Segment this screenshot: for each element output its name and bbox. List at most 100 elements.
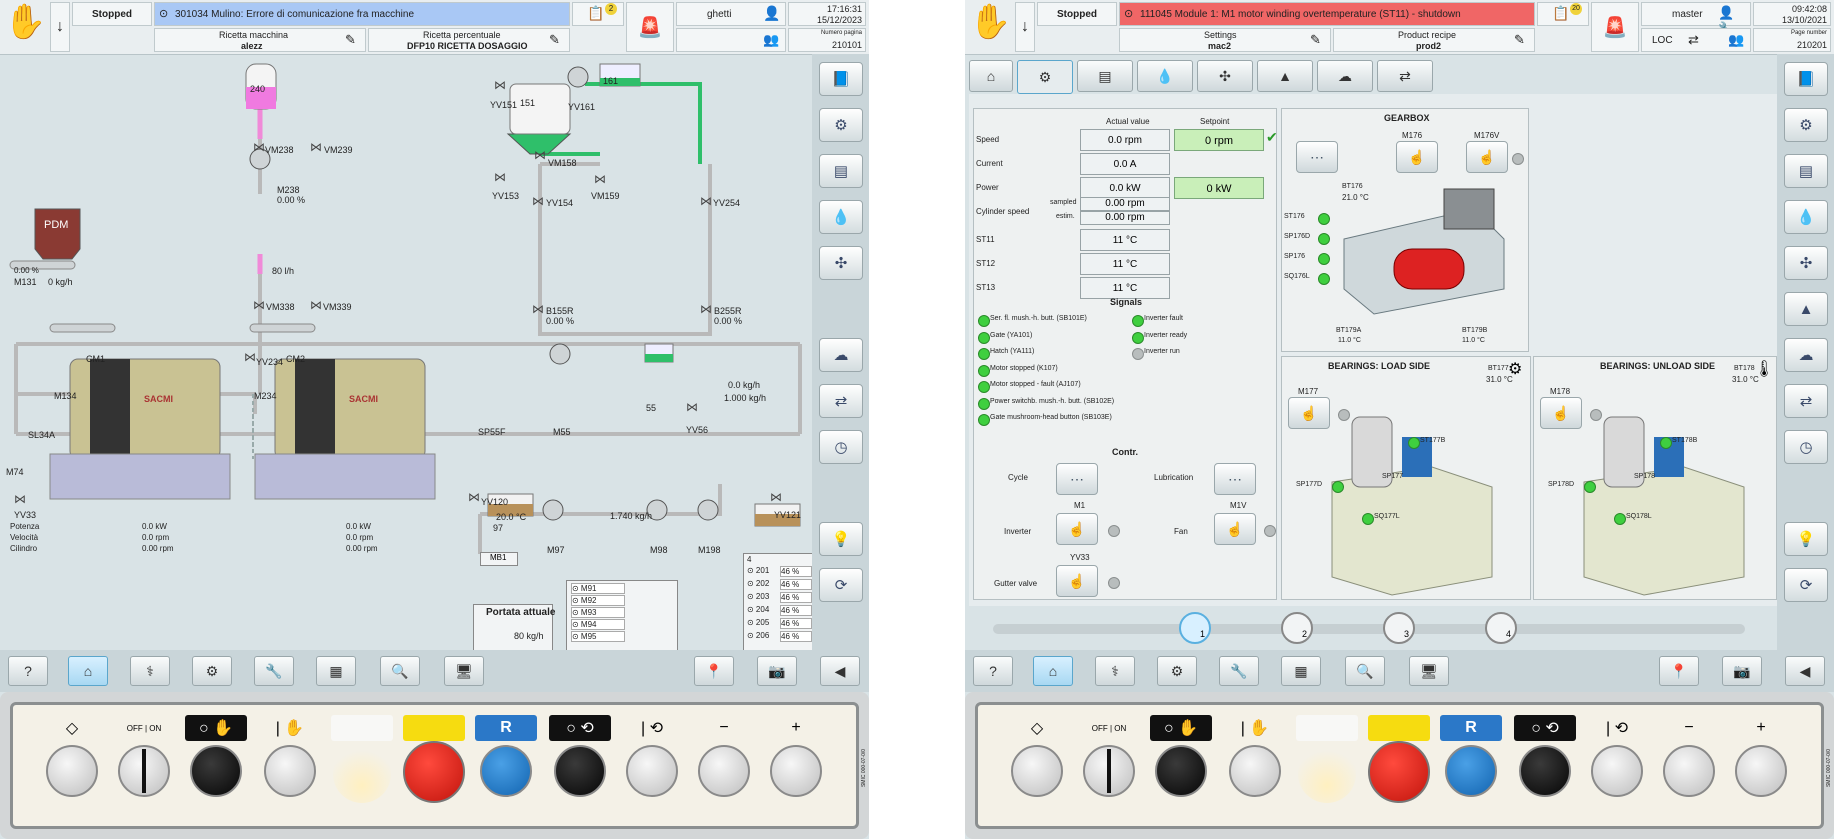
reset-knob[interactable] [480, 745, 532, 797]
stop-hand-icon[interactable]: ✋ [4, 2, 48, 50]
valve-b155r[interactable]: ⋈ [532, 302, 544, 316]
transfer-button[interactable]: ⇄ [819, 384, 863, 418]
valve-yv33[interactable]: ⋈ [14, 492, 26, 506]
hand-knob[interactable] [1229, 745, 1281, 797]
water-button[interactable]: 💧 [1784, 200, 1828, 234]
stop-hand-icon[interactable]: ✋ [969, 2, 1013, 50]
arrow-down-button[interactable]: ↓ [50, 2, 70, 52]
network-button[interactable]: ✣ [819, 246, 863, 280]
valve-yv154[interactable]: ⋈ [532, 194, 544, 208]
m176v-button[interactable]: ☝ [1466, 141, 1508, 173]
tab-transfer[interactable]: ⇄ [1377, 60, 1433, 92]
transfer-button[interactable]: ⇄ [1784, 384, 1828, 418]
mb1-box[interactable]: MB1 [480, 552, 518, 566]
tab-network[interactable]: ✣ [1197, 60, 1253, 92]
emergency-stop-knob[interactable] [403, 741, 465, 803]
emergency-stop-knob[interactable] [1368, 741, 1430, 803]
edit-recipe-icon[interactable]: ✎ [1514, 32, 1525, 48]
user-group-box[interactable]: 👥 [676, 28, 786, 52]
tab-water[interactable]: 💧 [1137, 60, 1193, 92]
arrow-down-button[interactable]: ↓ [1015, 2, 1035, 52]
cycle-button[interactable]: ⋯ [1056, 463, 1098, 495]
water-button[interactable]: 💧 [819, 200, 863, 234]
cycle2-knob[interactable] [626, 745, 678, 797]
gearbox-dots-button[interactable]: ⋯ [1296, 141, 1338, 173]
help-button[interactable]: ? [973, 656, 1013, 686]
valve-vm159[interactable]: ⋈ [594, 172, 606, 186]
page-dot[interactable]: 3 [1383, 612, 1415, 644]
cycle-knob[interactable] [554, 745, 606, 797]
page-dot[interactable]: 4 [1485, 612, 1517, 644]
valve-yv120[interactable]: ⋈ [468, 490, 480, 504]
page-dot[interactable]: 2 [1281, 612, 1313, 644]
camera-button[interactable]: 📷 [1722, 656, 1762, 686]
alarm-log-button[interactable]: 📋 2 [572, 2, 624, 26]
light-button[interactable]: 💡 [1784, 522, 1828, 556]
minus-knob[interactable] [1663, 745, 1715, 797]
minus-knob[interactable] [698, 745, 750, 797]
cycle-knob[interactable] [1519, 745, 1571, 797]
cycle2-knob[interactable] [1591, 745, 1643, 797]
motor-item[interactable]: ⊙ M93 [571, 607, 625, 618]
start-knob[interactable] [46, 745, 98, 797]
layers-button[interactable]: ▤ [819, 154, 863, 188]
monitor-button[interactable]: 🖥 [1409, 656, 1449, 686]
valve-vm158[interactable]: ⋈ [534, 148, 546, 162]
yv33-button[interactable]: ☝ [1056, 565, 1098, 597]
m1-button[interactable]: ☝ [1056, 513, 1098, 545]
add-page-button[interactable]: ⟳ [1784, 568, 1828, 602]
plus-knob[interactable] [1735, 745, 1787, 797]
map-button[interactable]: 📍 [1659, 656, 1699, 686]
valve-yv254[interactable]: ⋈ [700, 194, 712, 208]
tools-button[interactable]: 🔧 [1219, 656, 1259, 686]
manual-knob[interactable] [1155, 745, 1207, 797]
tab-clouds[interactable]: ☁ [1317, 60, 1373, 92]
valve-vm338[interactable]: ⋈ [253, 298, 265, 312]
help-button[interactable]: ? [8, 656, 48, 686]
clouds-button[interactable]: ☁ [1784, 338, 1828, 372]
percent-recipe-box[interactable]: Ricetta percentuale DFP10 RICETTA DOSAGG… [368, 28, 570, 52]
monitor-button[interactable]: 🖥 [444, 656, 484, 686]
plus-knob[interactable] [770, 745, 822, 797]
search-button[interactable]: 🔍 [1345, 656, 1385, 686]
m176-button[interactable]: ☝ [1396, 141, 1438, 173]
home-button[interactable]: ⌂ [68, 656, 108, 686]
machine-button[interactable]: ⚙ [819, 108, 863, 142]
tab-home[interactable]: ⌂ [969, 60, 1013, 92]
valve-b255r[interactable]: ⋈ [700, 302, 712, 316]
loc-box[interactable]: LOC ⇄ 👥 [1641, 28, 1751, 52]
start-knob[interactable] [1011, 745, 1063, 797]
book-button[interactable]: 📘 [1784, 62, 1828, 96]
book-button[interactable]: 📘 [819, 62, 863, 96]
map-button[interactable]: 📍 [694, 656, 734, 686]
edit-recipe-icon[interactable]: ✎ [345, 32, 356, 48]
valve-yv234[interactable]: ⋈ [244, 350, 256, 364]
back-button[interactable]: ◀ [820, 656, 860, 686]
tab-machine[interactable]: ⚙ [1017, 60, 1073, 94]
m1v-button[interactable]: ☝ [1214, 513, 1256, 545]
machine-recipe-box[interactable]: Ricetta macchina alezz ✎ [154, 28, 366, 52]
motor-item[interactable]: ⊙ M95 [571, 631, 625, 642]
page-dot[interactable]: 1 [1179, 612, 1211, 644]
timer-button[interactable]: ◷ [819, 430, 863, 464]
tools-button[interactable]: 🔧 [254, 656, 294, 686]
alarm-log-button[interactable]: 📋 20 [1537, 2, 1589, 26]
motor-item[interactable]: ⊙ M91 [571, 583, 625, 594]
product-recipe-box[interactable]: Product recipe prod2 ✎ [1333, 28, 1535, 52]
add-page-button[interactable]: ⟳ [819, 568, 863, 602]
measure-setpoint[interactable]: 0 kW [1174, 177, 1264, 199]
alarm-banner[interactable]: ⊙ 301034 Mulino: Errore di comunicazione… [154, 2, 570, 26]
valve-vm238[interactable]: ⋈ [253, 140, 265, 154]
pile-button[interactable]: ▲ [1784, 292, 1828, 326]
motor-item[interactable]: ⊙ M92 [571, 595, 625, 606]
home-button[interactable]: ⌂ [1033, 656, 1073, 686]
valve-yv153[interactable]: ⋈ [494, 170, 506, 184]
page-slider-track[interactable] [993, 624, 1745, 634]
back-button[interactable]: ◀ [1785, 656, 1825, 686]
diagnostics-button[interactable]: ⚕ [1095, 656, 1135, 686]
measure-setpoint[interactable]: 0 rpm [1174, 129, 1264, 151]
abacus-button[interactable]: ▦ [1281, 656, 1321, 686]
timer-button[interactable]: ◷ [1784, 430, 1828, 464]
user-box[interactable]: ghetti 👤 [676, 2, 786, 26]
clouds-button[interactable]: ☁ [819, 338, 863, 372]
